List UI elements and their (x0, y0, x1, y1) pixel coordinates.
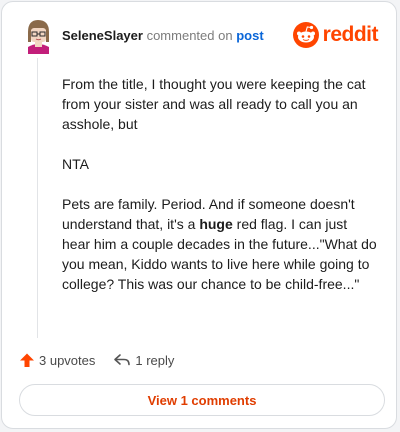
comment-card: SeleneSlayer commented on post reddit Fr… (1, 1, 397, 429)
thread-line (37, 58, 38, 338)
action-text: commented on (146, 28, 233, 43)
bold-text: huge (199, 216, 233, 232)
post-link[interactable]: post (236, 28, 263, 43)
reddit-brand[interactable]: reddit (292, 21, 379, 49)
reply-arrow-icon (114, 354, 131, 366)
reddit-wordmark: reddit (322, 23, 379, 46)
username-link[interactable]: SeleneSlayer (62, 28, 143, 43)
upvote-count: 3 upvotes (39, 352, 96, 368)
reddit-snoo-icon (292, 22, 319, 48)
comment-header: SeleneSlayer commented on post reddit (22, 16, 382, 56)
upvote-button[interactable]: 3 upvotes (19, 352, 95, 368)
reply-button[interactable]: 1 reply (113, 352, 174, 368)
comment-body: From the title, I thought you were keepi… (62, 74, 378, 314)
upvote-arrow-icon (20, 353, 34, 367)
view-comments-button[interactable]: View 1 comments (19, 384, 385, 416)
comment-paragraph: From the title, I thought you were keepi… (62, 76, 366, 132)
avatar-image (22, 16, 54, 54)
comment-paragraph: Pets are family. Period. And if someone … (62, 194, 378, 294)
user-avatar[interactable] (22, 16, 54, 54)
comment-paragraph: NTA (62, 156, 89, 172)
comment-meta: SeleneSlayer commented on post (62, 28, 264, 43)
reply-count: 1 reply (135, 352, 175, 368)
comment-actions: 3 upvotes 1 reply (19, 350, 174, 370)
